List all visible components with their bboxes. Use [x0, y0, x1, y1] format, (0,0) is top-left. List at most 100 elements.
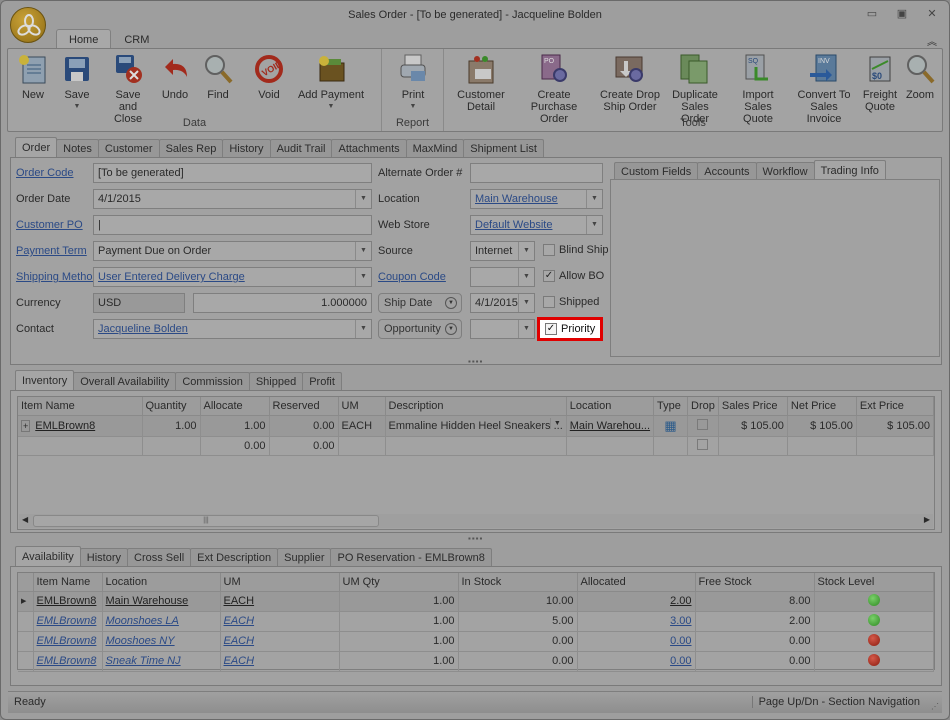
col-um-qty[interactable]: UM Qty — [339, 573, 459, 592]
col-type[interactable]: Type — [653, 397, 689, 416]
chevron-down-icon[interactable]: ▼ — [355, 242, 371, 260]
web-store-select[interactable]: Default Website ▼ — [470, 215, 603, 235]
coupon-code-select[interactable]: ▼ — [470, 267, 535, 287]
col-item-name[interactable]: Item Name — [33, 573, 103, 592]
chevron-down-icon[interactable]: ▼ — [518, 242, 534, 260]
priority-checkbox-highlighted[interactable]: ✓ Priority — [537, 317, 603, 341]
drop-checkbox[interactable] — [697, 438, 709, 450]
tab-attachments[interactable]: Attachments — [331, 139, 407, 157]
table-row[interactable]: EMLBrown8 Sneak Time NJ EACH 1.00 0.00 0… — [18, 651, 934, 672]
ext-price-cell[interactable]: $ 105.00 — [856, 415, 935, 437]
ship-date-dropdown-button[interactable]: Ship Date ▼ — [378, 293, 462, 313]
tab-ext-description[interactable]: Ext Description — [190, 548, 279, 566]
minimize-icon[interactable]: ▭ — [865, 7, 879, 21]
chevron-down-icon[interactable]: ▼ — [518, 320, 534, 338]
customer-po-field[interactable]: | — [93, 215, 372, 235]
convert-to-sales-invoice-button[interactable]: INV Convert To Sales Invoice — [792, 53, 856, 125]
um-cell[interactable]: EACH — [338, 415, 386, 437]
tab-history-bottom[interactable]: History — [79, 548, 129, 566]
table-row[interactable]: 0.00 0.00 — [18, 436, 935, 456]
tab-trading-info[interactable]: Trading Info — [813, 160, 886, 180]
col-allocate[interactable]: Allocate — [200, 397, 270, 416]
checkmark-icon[interactable]: ✓ — [543, 270, 555, 282]
duplicate-sales-order-button[interactable]: Duplicate Sales Order — [666, 53, 724, 125]
col-um[interactable]: UM — [220, 573, 340, 592]
tab-history[interactable]: History — [222, 139, 271, 157]
tab-audit-trail[interactable]: Audit Trail — [269, 139, 333, 157]
save-and-close-button[interactable]: Save and Close — [106, 53, 150, 125]
scroll-right-icon[interactable]: ▶ — [924, 515, 930, 524]
tab-inventory[interactable]: Inventory — [15, 370, 75, 390]
tab-overall-availability[interactable]: Overall Availability — [73, 372, 177, 390]
zoom-button[interactable]: Zoom — [902, 53, 938, 101]
scroll-left-icon[interactable]: ◀ — [22, 515, 28, 524]
col-quantity[interactable]: Quantity — [142, 397, 201, 416]
customer-po-label[interactable]: Customer PO — [16, 219, 83, 231]
tab-workflow[interactable]: Workflow — [755, 162, 815, 180]
shipped-checkbox[interactable]: Shipped — [543, 296, 599, 308]
location-link[interactable]: Main Warehou... — [570, 420, 650, 432]
chevron-down-icon[interactable]: ▼ — [355, 268, 371, 286]
col-sales-price[interactable]: Sales Price — [718, 397, 788, 416]
col-net-price[interactable]: Net Price — [787, 397, 857, 416]
tab-shipped[interactable]: Shipped — [248, 372, 304, 390]
chevron-down-icon[interactable]: ▼ — [355, 190, 371, 208]
ribbon-tab-home[interactable]: Home — [56, 29, 112, 49]
col-reserved[interactable]: Reserved — [269, 397, 339, 416]
ship-date-field[interactable]: 4/1/2015 ▼ — [470, 293, 535, 313]
splitter-grip-icon[interactable]: ▪▪▪▪ — [468, 534, 483, 543]
tab-sales-rep[interactable]: Sales Rep — [158, 139, 224, 157]
net-price-cell[interactable]: $ 105.00 — [787, 415, 857, 437]
ribbon-tab-crm[interactable]: CRM — [111, 29, 162, 49]
row-selector-arrow-icon[interactable]: ▶ — [18, 591, 34, 612]
alternate-order-field[interactable] — [470, 163, 603, 183]
print-button[interactable]: Print ▼ — [394, 53, 432, 113]
opportunity-dropdown-button[interactable]: Opportunity ▼ — [378, 319, 462, 339]
tab-order[interactable]: Order — [15, 137, 58, 157]
allow-bo-checkbox[interactable]: ✓ Allow BO — [543, 270, 604, 282]
restore-icon[interactable]: ▣ — [895, 7, 909, 21]
tab-shipment-list[interactable]: Shipment List — [463, 139, 544, 157]
col-ext-price[interactable]: Ext Price — [856, 397, 935, 416]
tab-maxmind[interactable]: MaxMind — [405, 139, 465, 157]
col-description[interactable]: Description — [385, 397, 567, 416]
col-location[interactable]: Location — [566, 397, 655, 416]
drop-checkbox[interactable] — [697, 418, 709, 430]
shipping-method-label[interactable]: Shipping Method — [16, 271, 99, 283]
col-location[interactable]: Location — [102, 573, 221, 592]
customer-detail-button[interactable]: Customer Detail — [452, 53, 510, 113]
splitter-grip-icon[interactable]: ▪▪▪▪ — [468, 357, 483, 366]
payment-term-select[interactable]: Payment Due on Order ▼ — [93, 241, 372, 261]
chevron-down-icon[interactable]: ▼ — [355, 320, 371, 338]
blind-ship-checkbox[interactable]: Blind Ship — [543, 244, 609, 256]
col-um[interactable]: UM — [338, 397, 386, 416]
tab-accounts[interactable]: Accounts — [697, 162, 757, 180]
col-in-stock[interactable]: In Stock — [458, 573, 578, 592]
create-purchase-order-button[interactable]: PO Create Purchase Order — [516, 53, 592, 125]
chevron-down-icon[interactable]: ▼ — [549, 417, 564, 429]
freight-quote-button[interactable]: $0 Freight Quote — [860, 53, 900, 113]
col-stock-level[interactable]: Stock Level — [814, 573, 934, 592]
location-select[interactable]: Main Warehouse ▼ — [470, 189, 603, 209]
tab-cross-sell[interactable]: Cross Sell — [127, 548, 192, 566]
currency-field[interactable]: USD — [93, 293, 185, 313]
chevron-down-icon[interactable]: ▼ — [518, 268, 534, 286]
col-item-name[interactable]: Item Name — [18, 397, 143, 416]
order-code-field[interactable]: [To be generated] — [93, 163, 372, 183]
sales-price-cell[interactable]: $ 105.00 — [718, 415, 788, 437]
undo-button[interactable]: Undo — [158, 53, 192, 101]
tab-custom-fields[interactable]: Custom Fields — [614, 162, 699, 180]
order-date-field[interactable]: 4/1/2015 ▼ — [93, 189, 372, 209]
contact-select[interactable]: Jacqueline Bolden ▼ — [93, 319, 372, 339]
coupon-code-label[interactable]: Coupon Code — [378, 271, 446, 283]
allocate-cell[interactable]: 1.00 — [200, 415, 270, 437]
tab-po-reservation[interactable]: PO Reservation - EMLBrown8 — [330, 548, 492, 566]
tab-customer[interactable]: Customer — [97, 139, 160, 157]
chevron-down-icon[interactable]: ▼ — [586, 216, 602, 234]
expand-plus-icon[interactable]: + — [21, 419, 31, 432]
payment-term-label[interactable]: Payment Term — [16, 245, 87, 257]
scrollbar-thumb[interactable]: ||| — [33, 515, 379, 527]
resize-grip-icon[interactable]: ⋰ — [931, 702, 939, 711]
shipping-method-select[interactable]: User Entered Delivery Charge ▼ — [93, 267, 372, 287]
checkbox-icon[interactable] — [543, 244, 555, 256]
